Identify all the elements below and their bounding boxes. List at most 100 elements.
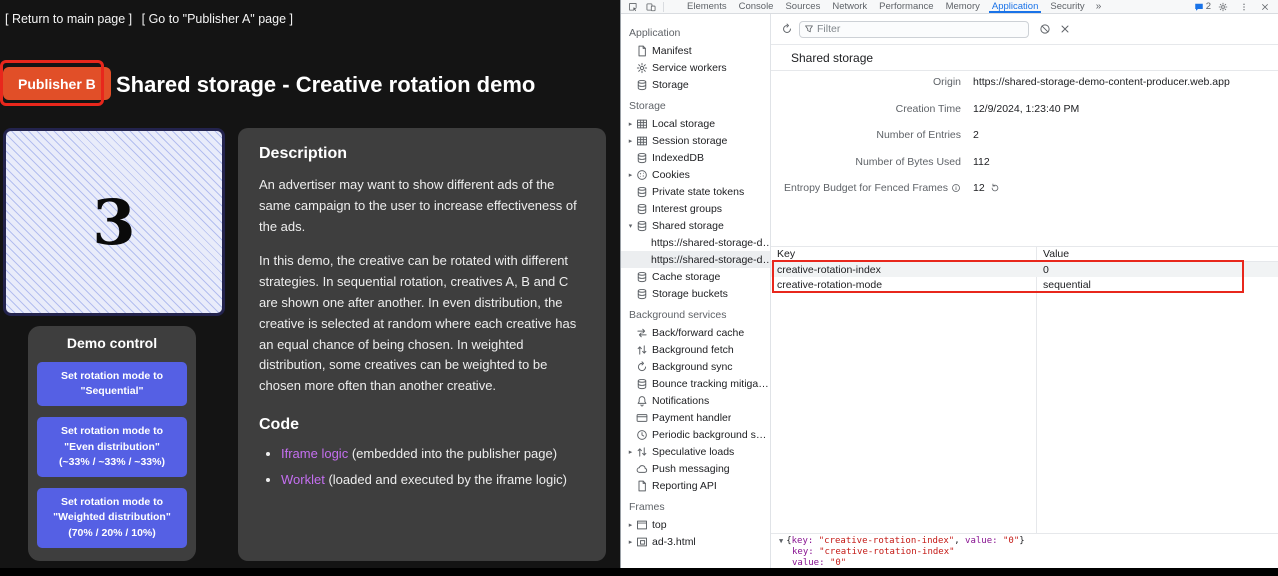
sidebar-item-reporting-api[interactable]: Reporting API <box>621 477 770 494</box>
sidebar-item-label: Private state tokens <box>652 186 744 198</box>
devtools-window: ElementsConsoleSourcesNetworkPerformance… <box>620 0 1278 568</box>
bell-icon <box>636 395 648 407</box>
sidebar-item-shared-storage[interactable]: ▾ Shared storage <box>621 217 770 234</box>
sidebar-item-cache-storage[interactable]: Cache storage <box>621 268 770 285</box>
grid-header-value[interactable]: Value <box>1036 248 1278 260</box>
sidebar-item-label: Local storage <box>652 118 715 130</box>
refresh-icon[interactable] <box>779 21 795 37</box>
sidebar-item-label: Background fetch <box>652 344 734 356</box>
more-tabs-chevron[interactable]: » <box>1091 1 1107 12</box>
console-messages-badge[interactable]: 2 <box>1194 1 1211 12</box>
table-row[interactable]: creative-rotation-index0 <box>771 262 1278 277</box>
chevron-right-icon[interactable]: ▸ <box>626 521 635 529</box>
delete-selected-icon[interactable] <box>1057 21 1073 37</box>
rotation-mode-button-2[interactable]: Set rotation mode to "Even distribution"… <box>37 417 187 477</box>
iframe-icon <box>636 536 648 548</box>
sidebar-item-service-workers[interactable]: Service workers <box>621 59 770 76</box>
tab-memory[interactable]: Memory <box>940 0 986 13</box>
kebab-menu-icon[interactable] <box>1235 0 1253 13</box>
publisher-a-page-link[interactable]: [ Go to "Publisher A" page ] <box>142 12 293 26</box>
creative-ad-image: 3 <box>3 128 225 316</box>
rotation-mode-button-3[interactable]: Set rotation mode to "Weighted distribut… <box>37 488 187 548</box>
reset-icon[interactable] <box>990 183 1000 193</box>
preview-summary[interactable]: ▼{key: "creative-rotation-index", value:… <box>779 536 1278 547</box>
chevron-right-icon[interactable]: ▸ <box>626 538 635 546</box>
tabbar-divider <box>663 2 664 12</box>
sidebar-item-session-storage[interactable]: ▸Session storage <box>621 132 770 149</box>
publisher-b-button[interactable]: Publisher B <box>3 67 111 100</box>
sidebar-item-periodic-background-s[interactable]: Periodic background s… <box>621 426 770 443</box>
inspect-icon[interactable] <box>624 0 642 13</box>
sidebar-item-label: Cookies <box>652 169 690 181</box>
cookie-icon <box>636 169 648 181</box>
table-row[interactable]: creative-rotation-modesequential <box>771 277 1278 292</box>
metadata-label: Number of Entries <box>771 129 961 141</box>
tab-console[interactable]: Console <box>733 0 780 13</box>
chevron-right-icon[interactable]: ▸ <box>626 137 635 145</box>
tab-sources[interactable]: Sources <box>779 0 826 13</box>
tab-elements[interactable]: Elements <box>681 0 733 13</box>
sidebar-item-label: https://shared-storage-d… <box>651 237 770 249</box>
chevron-right-icon[interactable]: ▸ <box>626 448 635 456</box>
settings-gear-icon[interactable] <box>1214 0 1232 13</box>
delete-all-icon[interactable] <box>1037 21 1053 37</box>
metadata-value: 12/9/2024, 1:23:40 PM <box>973 103 1079 115</box>
sidebar-item-ad-3-html[interactable]: ▸ad-3.html <box>621 533 770 550</box>
tab-performance[interactable]: Performance <box>873 0 939 13</box>
chevron-right-icon[interactable]: ▸ <box>626 171 635 179</box>
sidebar-item-label: Payment handler <box>652 412 731 424</box>
chevron-right-icon[interactable]: ▸ <box>626 120 635 128</box>
expand-caret-icon[interactable]: ▼ <box>779 537 783 545</box>
sidebar-item-https-shared-storage-d[interactable]: https://shared-storage-d… <box>621 251 770 268</box>
code-bullet-text: (embedded into the publisher page) <box>348 446 557 461</box>
sidebar-item-label: Speculative loads <box>652 446 734 458</box>
preview-entry: value: "0" <box>792 558 1278 569</box>
sidebar-item-top[interactable]: ▸top <box>621 516 770 533</box>
sidebar-item-cookies[interactable]: ▸ Cookies <box>621 166 770 183</box>
sidebar-item-speculative-loads[interactable]: ▸ Speculative loads <box>621 443 770 460</box>
sidebar-item-private-state-tokens[interactable]: Private state tokens <box>621 183 770 200</box>
close-devtools-icon[interactable] <box>1256 0 1274 13</box>
rotation-mode-button-1[interactable]: Set rotation mode to "Sequential" <box>37 362 187 406</box>
metadata-label: Number of Bytes Used <box>771 156 961 168</box>
sidebar-item-notifications[interactable]: Notifications <box>621 392 770 409</box>
sidebar-item-interest-groups[interactable]: Interest groups <box>621 200 770 217</box>
filter-input[interactable] <box>817 23 1024 35</box>
tab-network[interactable]: Network <box>826 0 873 13</box>
sidebar-item-manifest[interactable]: Manifest <box>621 42 770 59</box>
preview-token: "0" <box>1003 536 1019 546</box>
info-icon[interactable] <box>951 183 961 193</box>
sidebar-item-storage[interactable]: Storage <box>621 76 770 93</box>
sidebar-item-background-fetch[interactable]: Background fetch <box>621 341 770 358</box>
preview-entry-value: "0" <box>830 558 846 568</box>
sidebar-item-https-shared-storage-d[interactable]: https://shared-storage-d… <box>621 234 770 251</box>
preview-token: value: <box>965 536 1003 546</box>
sidebar-item-label: Shared storage <box>652 220 724 232</box>
demo-control-buttons: Set rotation mode to "Sequential" Set rot… <box>28 362 196 548</box>
database-icon <box>636 186 648 198</box>
device-toolbar-icon[interactable] <box>642 0 660 13</box>
code-link[interactable]: Worklet <box>281 472 325 487</box>
creative-number: 3 <box>92 186 135 259</box>
tab-application[interactable]: Application <box>986 0 1044 13</box>
code-link[interactable]: Iframe logic <box>281 446 348 461</box>
sidebar-item-label: Bounce tracking mitiga… <box>652 378 769 390</box>
sidebar-item-indexeddb[interactable]: IndexedDB <box>621 149 770 166</box>
metadata-row: Originhttps://shared-storage-demo-conten… <box>771 69 1278 96</box>
storage-toolbar <box>771 14 1278 45</box>
preview-entry-name: key: <box>792 547 819 557</box>
grid-header-key[interactable]: Key <box>771 248 1036 260</box>
return-main-page-link[interactable]: [ Return to main page ] <box>5 12 132 26</box>
sidebar-item-payment-handler[interactable]: Payment handler <box>621 409 770 426</box>
messages-icon <box>1194 2 1204 12</box>
chevron-down-icon[interactable]: ▾ <box>626 222 635 230</box>
tab-security[interactable]: Security <box>1044 0 1090 13</box>
sidebar-item-bounce-tracking-mitiga[interactable]: Bounce tracking mitiga… <box>621 375 770 392</box>
sidebar-item-background-sync[interactable]: Background sync <box>621 358 770 375</box>
sidebar-item-storage-buckets[interactable]: Storage buckets <box>621 285 770 302</box>
table-cell-value: 0 <box>1036 264 1278 276</box>
sidebar-item-back-forward-cache[interactable]: Back/forward cache <box>621 324 770 341</box>
preview-token: key: <box>792 536 819 546</box>
sidebar-item-local-storage[interactable]: ▸ Local storage <box>621 115 770 132</box>
sidebar-item-push-messaging[interactable]: Push messaging <box>621 460 770 477</box>
